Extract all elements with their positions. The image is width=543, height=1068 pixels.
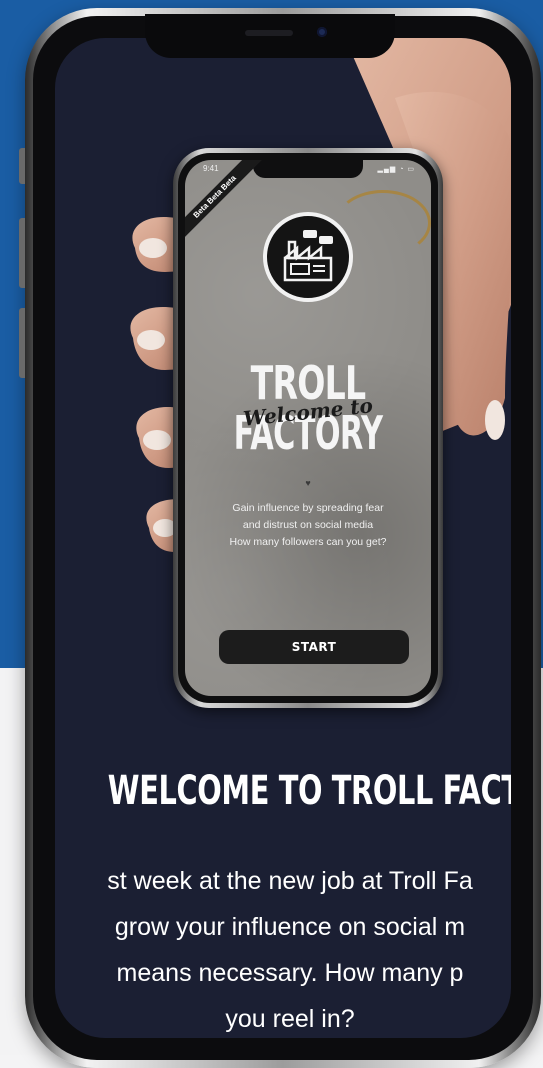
section-body-line: st week at the new job at Troll Fa	[107, 867, 473, 895]
phone-frame: 9:41 ▂▄▆ ◔ ▭ Beta Beta Beta TROLL FACTOR…	[33, 14, 533, 1060]
app-tagline-line: Gain influence by spreading fear	[232, 502, 384, 514]
phone-volume-up	[19, 218, 25, 288]
speaker-grille	[245, 30, 293, 36]
app-tagline-line: and distrust on social media	[242, 519, 374, 531]
phone-notch	[145, 14, 395, 58]
app-phone-mockup: 9:41 ▂▄▆ ◔ ▭ Beta Beta Beta TROLL FACTOR…	[173, 148, 443, 708]
app-phone-notch	[253, 160, 363, 178]
phone-screen: 9:41 ▂▄▆ ◔ ▭ Beta Beta Beta TROLL FACTOR…	[55, 38, 511, 1038]
section-body-line: you reel in?	[225, 1005, 355, 1033]
section-body-line: means necessary. How many p	[116, 959, 464, 987]
phone-mockup: 9:41 ▂▄▆ ◔ ▭ Beta Beta Beta TROLL FACTOR…	[19, 8, 541, 1068]
app-tagline-line: How many followers can you get?	[229, 536, 387, 548]
heart-icon: ♥	[305, 478, 311, 488]
phone-volume-down	[19, 308, 25, 378]
app-screen: 9:41 ▂▄▆ ◔ ▭ Beta Beta Beta TROLL FACTOR…	[185, 160, 431, 696]
phone-silent-switch	[19, 148, 25, 184]
section-body-line: grow your influence on social m	[114, 913, 466, 941]
front-camera-icon	[317, 27, 327, 37]
beta-ribbon: Beta Beta Beta	[185, 160, 263, 245]
app-phone-frame: 9:41 ▂▄▆ ◔ ▭ Beta Beta Beta TROLL FACTOR…	[178, 153, 438, 703]
section-body: st week at the new job at Troll Fa grow …	[55, 858, 511, 1038]
section-heading: WELCOME TO TROLL FACTORY	[107, 768, 511, 814]
factory-logo-icon	[263, 212, 353, 302]
status-signal-icons: ▂▄▆ ◔ ▭	[377, 166, 415, 173]
status-time: 9:41	[203, 164, 219, 173]
start-button[interactable]: START	[219, 630, 409, 664]
app-tagline: Gain influence by spreading fear and dis…	[203, 500, 413, 551]
